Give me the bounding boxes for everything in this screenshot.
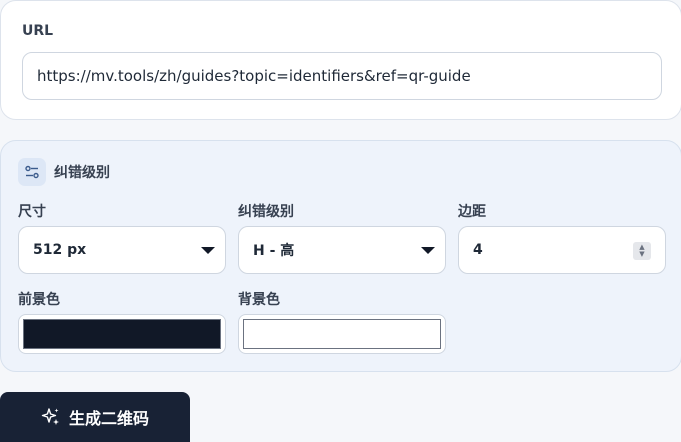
section-header: 纠错级别 — [18, 158, 110, 186]
generate-qr-button[interactable]: 生成二维码 — [0, 392, 190, 442]
background-swatch — [243, 319, 441, 349]
background-color-picker[interactable] — [238, 314, 446, 354]
error-level-select[interactable]: H - 高 — [238, 226, 446, 274]
size-value: 512 px — [33, 242, 87, 258]
chevron-down-icon — [201, 247, 215, 254]
margin-label: 边距 — [458, 204, 486, 220]
size-label: 尺寸 — [18, 204, 46, 220]
number-stepper[interactable]: ▲ ▼ — [633, 242, 651, 260]
error-level-label: 纠错级别 — [238, 204, 294, 220]
sliders-icon — [18, 158, 46, 186]
sparkle-icon — [41, 407, 61, 427]
chevron-down-icon — [421, 247, 435, 254]
stepper-down-icon[interactable]: ▼ — [639, 251, 644, 258]
section-title: 纠错级别 — [54, 165, 110, 181]
size-select[interactable]: 512 px — [18, 226, 226, 274]
generate-label: 生成二维码 — [68, 409, 149, 428]
margin-value: 4 — [473, 242, 483, 258]
foreground-color-picker[interactable] — [18, 314, 226, 354]
margin-input[interactable]: 4 ▲ ▼ — [458, 226, 666, 274]
error-level-value: H - 高 — [253, 243, 295, 259]
foreground-swatch — [23, 319, 221, 349]
url-input[interactable] — [22, 52, 662, 100]
url-label: URL — [22, 23, 54, 39]
foreground-label: 前景色 — [18, 292, 60, 308]
background-label: 背景色 — [238, 292, 280, 308]
url-card: URL — [0, 0, 681, 120]
settings-card: 纠错级别 尺寸 512 px 纠错级别 H - 高 边距 4 ▲ ▼ 前景色 背… — [0, 140, 681, 372]
